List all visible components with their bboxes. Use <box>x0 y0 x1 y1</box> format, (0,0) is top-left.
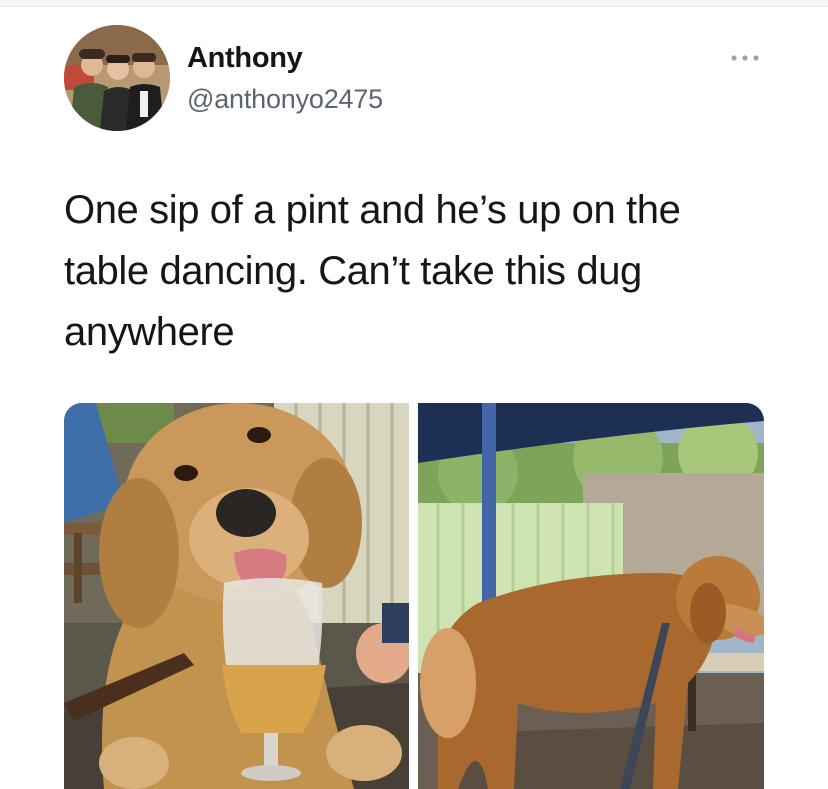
tweet-media[interactable] <box>64 403 764 789</box>
more-horizontal-icon[interactable] <box>729 52 761 64</box>
dog-on-table-image <box>418 403 764 789</box>
display-name[interactable]: Anthony <box>187 42 303 75</box>
tweet-text-line: One sip of a pint and he’s up on the <box>64 188 681 232</box>
tweet-text-line: table dancing. Can’t take this dug <box>64 249 642 293</box>
tweet-text-line: anywhere <box>64 310 235 354</box>
media-photo-2[interactable] <box>418 403 764 789</box>
media-photo-1[interactable] <box>64 403 409 789</box>
user-handle[interactable]: @anthonyo2475 <box>187 84 383 115</box>
avatar-photo <box>64 25 170 131</box>
dog-drinking-pint-image <box>64 403 409 789</box>
tweet-text: One sip of a pint and he’s up on the tab… <box>64 180 784 363</box>
top-divider <box>0 0 828 7</box>
avatar[interactable] <box>64 25 170 131</box>
